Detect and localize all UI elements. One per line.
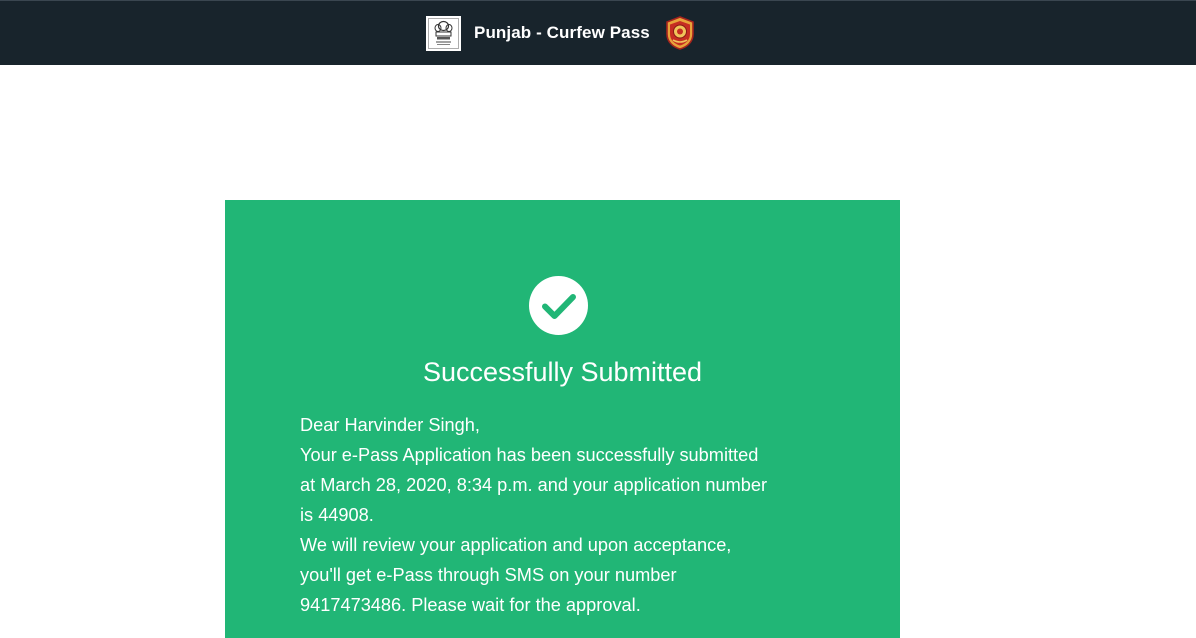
message-line: Your e-Pass Application has been success… xyxy=(300,445,759,465)
message-line: is 44908. xyxy=(300,505,374,525)
state-emblem-icon xyxy=(426,15,461,51)
success-card: Successfully Submitted Dear Harvinder Si… xyxy=(225,200,900,638)
navbar-brand[interactable]: Punjab - Curfew Pass xyxy=(426,15,698,51)
message-line: at March 28, 2020, 8:34 p.m. and your ap… xyxy=(300,475,768,495)
confirmation-message: Dear Harvinder Singh, Your e-Pass Applic… xyxy=(300,410,830,620)
greeting-line: Dear Harvinder Singh, xyxy=(300,415,480,435)
message-line: We will review your application and upon… xyxy=(300,535,732,555)
message-line: you'll get e-Pass through SMS on your nu… xyxy=(300,565,677,585)
message-line: 9417473486. Please wait for the approval… xyxy=(300,595,641,615)
top-navbar: Punjab - Curfew Pass xyxy=(0,0,1196,65)
check-circle-icon xyxy=(529,276,588,335)
app-title: Punjab - Curfew Pass xyxy=(474,23,650,42)
punjab-police-badge-icon xyxy=(662,15,698,51)
success-title: Successfully Submitted xyxy=(422,357,703,387)
